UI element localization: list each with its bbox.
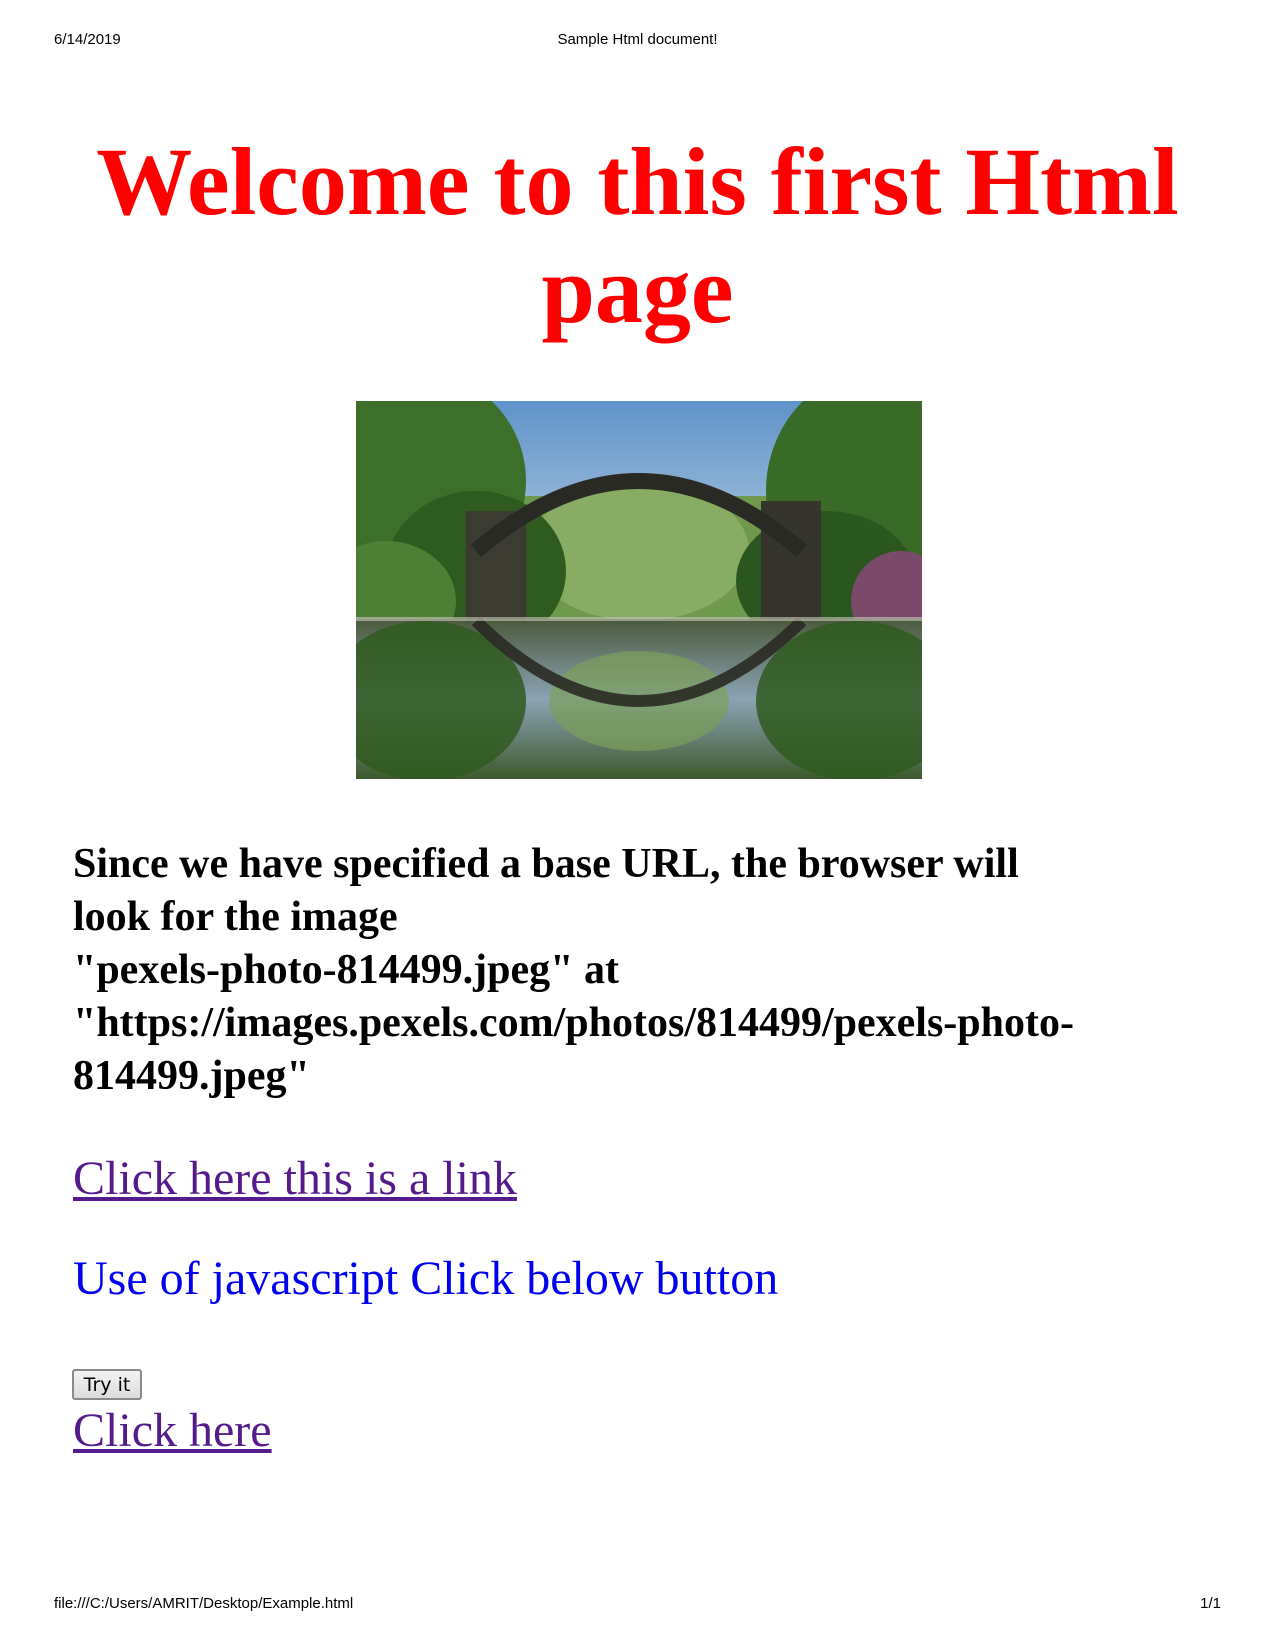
click-here-link[interactable]: Click here this is a link [73,1152,517,1206]
info-line-1: Since we have specified a base URL, the … [73,841,1019,887]
click-here-second-link[interactable]: Click here [73,1404,272,1458]
print-header: 6/14/2019 Sample Html document! [0,31,1275,51]
try-it-button[interactable]: Try it [72,1369,142,1400]
page-title: Welcome to this first Html page [70,128,1205,344]
info-line-2: look for the image [73,894,398,940]
info-line-3: "pexels-photo-814499.jpeg" at [73,947,619,993]
info-line-5: 814499.jpeg" [73,1053,310,1099]
print-title: Sample Html document! [557,31,718,48]
page-title-line-1: Welcome to this first Html [96,128,1179,235]
base-url-explanation: Since we have specified a base URL, the … [73,838,1208,1103]
javascript-instruction: Use of javascript Click below button [73,1252,779,1305]
print-file-url: file:///C:/Users/AMRIT/Desktop/Example.h… [54,1595,354,1612]
print-footer: file:///C:/Users/AMRIT/Desktop/Example.h… [0,1595,1275,1615]
print-page-number: 1/1 [1200,1595,1221,1612]
page-title-line-2: page [541,236,734,343]
info-line-4: "https://images.pexels.com/photos/814499… [73,1000,1074,1046]
bridge-photo [356,401,922,779]
